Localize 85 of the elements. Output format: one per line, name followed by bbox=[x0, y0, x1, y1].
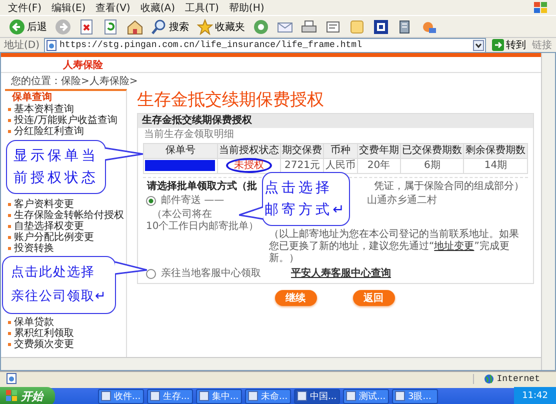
table-cell: 6期 bbox=[424, 160, 440, 172]
search-icon bbox=[151, 18, 167, 34]
menu-item[interactable]: 文件(F) bbox=[8, 0, 42, 14]
favorites-button[interactable]: 收藏夹 bbox=[194, 18, 248, 36]
section-label: 当前生存金领取明细 bbox=[143, 128, 235, 142]
window-icon bbox=[346, 391, 356, 401]
sidebar-link[interactable]: 账户分配比例变更 bbox=[8, 232, 126, 243]
printer-icon bbox=[301, 18, 317, 34]
sidebar-link[interactable]: 保单贷款 bbox=[8, 317, 126, 328]
column-header: 保单号 bbox=[144, 144, 218, 158]
menu-item[interactable]: 收藏(A) bbox=[140, 0, 175, 14]
redaction-bar bbox=[145, 160, 216, 171]
window-icon bbox=[101, 391, 111, 401]
window-icon bbox=[297, 391, 307, 401]
sidebar-link[interactable]: 客户资料变更 bbox=[8, 199, 126, 210]
sidebar-link[interactable]: 交费频次变更 bbox=[8, 339, 126, 350]
column-header: 期交保费 bbox=[280, 144, 324, 158]
panel-title: 生存金抵交续期保费授权 bbox=[138, 114, 533, 128]
windows-logo-icon bbox=[534, 2, 548, 14]
menu-item[interactable]: 帮助(H) bbox=[228, 0, 264, 14]
taskbar-window[interactable]: 收件... bbox=[98, 388, 144, 404]
mailing-address: 山通亦乡通二村 bbox=[366, 195, 438, 208]
callout-text: 显示保单当 前授权状态 bbox=[14, 147, 98, 188]
taskbar-window[interactable]: 3眼... bbox=[392, 388, 438, 404]
site-tab[interactable]: 人寿保险 bbox=[63, 58, 103, 72]
window-icon bbox=[150, 391, 160, 401]
address-note: （以上邮寄地址为您在本公司登记的当前联系地址。如果您已更换了新的地址，建议您先通过“地址变更”完成更新。） bbox=[269, 229, 520, 266]
sidebar-link[interactable]: 分红险红利查询 bbox=[8, 126, 126, 137]
vertical-scrollbar[interactable] bbox=[541, 53, 555, 370]
table-cell: 人民币 bbox=[326, 160, 356, 172]
address-change-link[interactable]: 地址变更 bbox=[434, 241, 474, 252]
column-header: 已交保费期数 bbox=[400, 144, 464, 158]
option-note: （本公司将在 bbox=[151, 209, 212, 220]
address-field[interactable]: https://stg.pingan.com.cn/life_insurance/life_frame.html bbox=[44, 38, 486, 52]
sidebar-link[interactable]: 自垫选择权变更 bbox=[8, 221, 126, 232]
sidebar-link[interactable]: 基本资料查询 bbox=[8, 104, 126, 115]
choice-label: 请选择批单领取方式（批 bbox=[147, 181, 257, 194]
option-label: 亲往当地客服中心领取 bbox=[161, 268, 261, 280]
sidebar-link[interactable]: 投资转换 bbox=[8, 243, 126, 254]
stop-icon bbox=[79, 18, 95, 34]
table-cell: 14期 bbox=[484, 160, 508, 172]
taskbar-window[interactable]: 测试... bbox=[343, 388, 389, 404]
menu-item[interactable]: 查看(V) bbox=[96, 0, 130, 14]
radio-button[interactable] bbox=[146, 269, 156, 280]
breadcrumb: 您的位置：保险>人寿保险> bbox=[10, 74, 139, 89]
sidebar-heading: 保单查询 bbox=[12, 92, 53, 104]
callout-text: 点击选择 邮寄方式↵ bbox=[264, 179, 348, 220]
go-button[interactable]: 转到 bbox=[490, 38, 528, 52]
taskbar-window[interactable]: 集中... bbox=[196, 388, 242, 404]
column-header: 当前授权状态 bbox=[217, 144, 281, 158]
taskbar-window[interactable]: 中国... bbox=[294, 388, 340, 404]
sidebar-link[interactable]: 累积红利领取 bbox=[8, 328, 126, 339]
windows-logo-icon bbox=[6, 390, 18, 402]
address-label: 地址(D) bbox=[4, 38, 40, 52]
radio-button[interactable] bbox=[146, 196, 156, 206]
back-button[interactable]: 后退 bbox=[6, 18, 50, 36]
house-icon bbox=[127, 18, 143, 34]
sidebar-link[interactable]: 投连/万能账户收益查询 bbox=[8, 115, 126, 126]
clock: 11:42 bbox=[522, 391, 548, 401]
table-cell: 20年 bbox=[367, 160, 390, 172]
window-icon bbox=[199, 391, 209, 401]
dropdown-icon[interactable] bbox=[473, 40, 484, 50]
zone-label: Internet bbox=[496, 374, 540, 384]
search-button[interactable]: 搜索 bbox=[148, 18, 192, 36]
column-header: 剩余保费期数 bbox=[464, 144, 528, 158]
service-center-link[interactable]: 平安人寿客服中心查询 bbox=[291, 268, 391, 280]
star-icon bbox=[197, 18, 213, 34]
taskbar-window[interactable]: 生存... bbox=[147, 388, 193, 404]
option-label: 邮件寄送 —— bbox=[161, 195, 224, 208]
option-note: 10个工作日内邮寄批单） bbox=[146, 221, 259, 234]
page-icon bbox=[6, 373, 17, 384]
choice-note: 凭证，属于保险合同的组成部分） bbox=[374, 181, 524, 194]
window-icon bbox=[248, 391, 258, 401]
refresh-icon bbox=[103, 18, 119, 34]
column-header: 交费年期 bbox=[357, 144, 400, 158]
menu-item[interactable]: 工具(T) bbox=[185, 0, 219, 14]
horizontal-scrollbar[interactable] bbox=[1, 357, 541, 370]
column-header: 币种 bbox=[324, 144, 358, 158]
page-title: 生存金抵交续期保费授权 bbox=[137, 89, 325, 111]
table-cell: 2721元 bbox=[284, 160, 320, 172]
window-icon bbox=[395, 391, 405, 401]
sidebar-link[interactable]: 生存保险金转帐给付授权 bbox=[8, 210, 126, 221]
taskbar-window[interactable]: 未命... bbox=[245, 388, 291, 404]
callout-text: 点击此处选择 亲往公司领取↵ bbox=[11, 264, 107, 306]
menu-item[interactable]: 编辑(E) bbox=[52, 0, 86, 14]
